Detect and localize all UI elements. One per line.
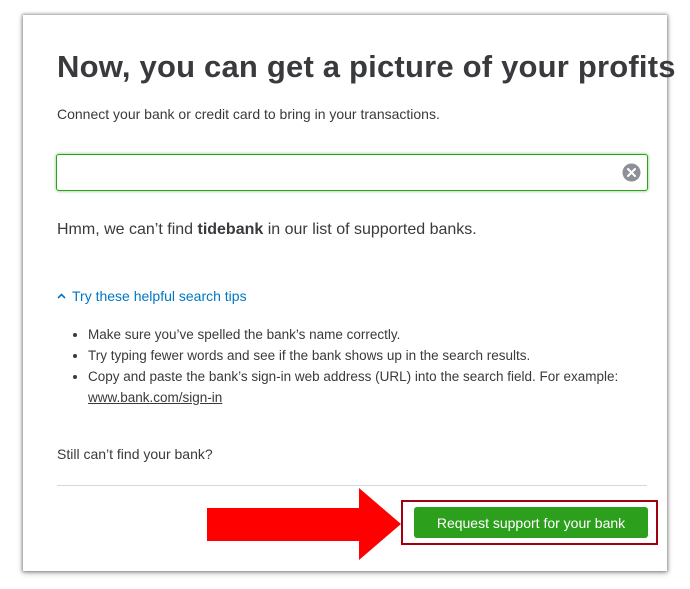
bank-search-box: [56, 154, 648, 191]
search-tip-item: Make sure you’ve spelled the bank’s name…: [88, 324, 678, 345]
annotation-arrow-icon: [207, 488, 401, 560]
searched-bank-name: tidebank: [197, 221, 264, 238]
search-tip-text: Copy and paste the bank’s sign-in web ad…: [88, 369, 619, 384]
chevron-up-icon: [57, 293, 66, 299]
example-url-link[interactable]: www.bank.com/sign-in: [88, 390, 222, 405]
clear-search-icon[interactable]: [622, 163, 641, 182]
footer-divider: [57, 485, 647, 486]
still-cant-find-text: Still can’t find your bank?: [57, 446, 213, 462]
search-tip-item: Try typing fewer words and see if the ba…: [88, 345, 678, 366]
request-support-button[interactable]: Request support for your bank: [414, 507, 648, 538]
not-found-prefix: Hmm, we can’t find: [57, 221, 198, 238]
bank-search-input[interactable]: [57, 155, 617, 190]
page-subtitle: Connect your bank or credit card to brin…: [57, 106, 440, 122]
search-tips-list: Make sure you’ve spelled the bank’s name…: [57, 324, 678, 408]
search-tip-item: Copy and paste the bank’s sign-in web ad…: [88, 366, 678, 408]
search-tips-label: Try these helpful search tips: [72, 288, 247, 304]
not-found-suffix: in our list of supported banks.: [263, 221, 477, 238]
page-title: Now, you can get a picture of your profi…: [57, 49, 676, 84]
search-tips-toggle[interactable]: Try these helpful search tips: [57, 288, 247, 304]
not-found-message: Hmm, we can’t find tidebank in our list …: [57, 221, 477, 239]
